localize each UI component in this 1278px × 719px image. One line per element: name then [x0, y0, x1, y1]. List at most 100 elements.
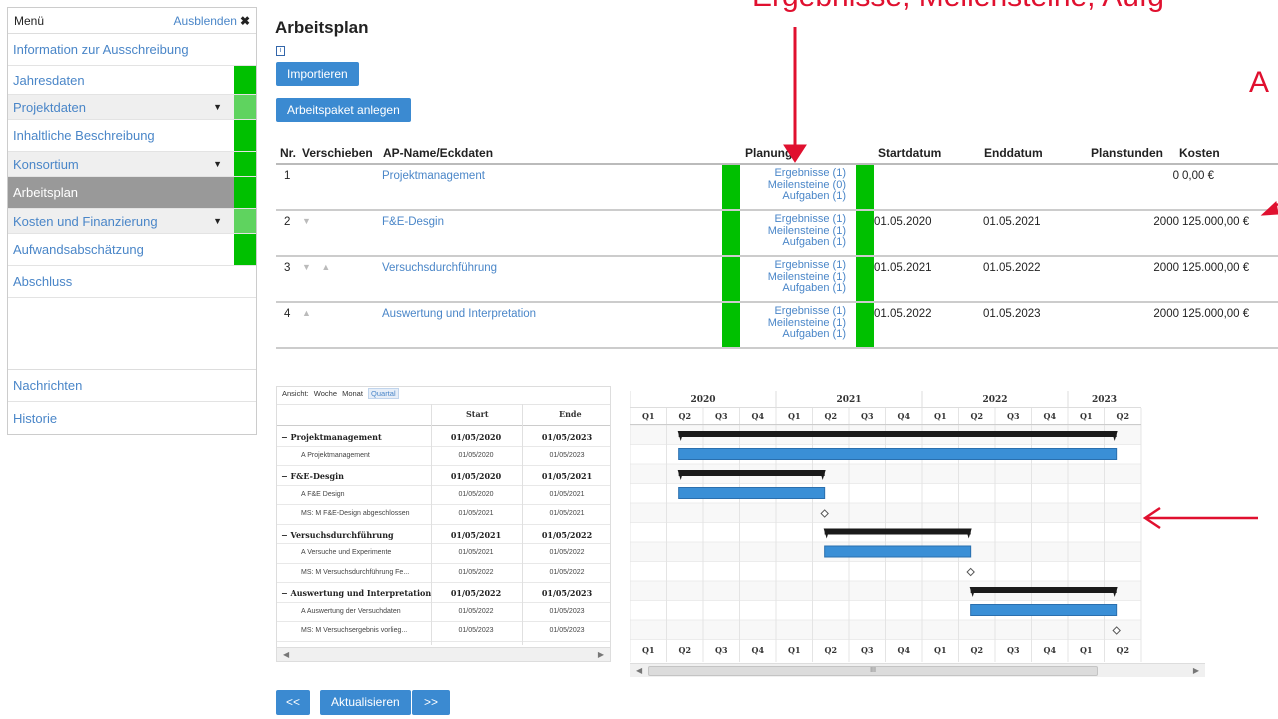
view-week-button[interactable]: Woche: [314, 389, 337, 398]
task-end: 01/05/2023: [541, 588, 593, 598]
quarter-label: Q2: [1116, 411, 1129, 421]
gantt-task-row[interactable]: MS: M Versuchsergebnis vorlieg... 01/05/2…: [277, 622, 610, 642]
table-header: Nr. Verschieben AP-Name/Eckdaten Planung…: [276, 140, 1278, 165]
quarter-label: Q4: [1043, 645, 1056, 655]
quarter-label: Q1: [788, 645, 801, 655]
milestones-link[interactable]: Meilensteine (0): [768, 179, 846, 191]
sidebar-item-ausschreibung[interactable]: Information zur Ausschreibung: [8, 34, 256, 66]
tasks-link[interactable]: Aufgaben (1): [782, 328, 846, 340]
hide-sidebar-button[interactable]: Ausblenden ✖: [174, 14, 250, 28]
tasks-link[interactable]: Aufgaben (1): [782, 190, 846, 202]
sidebar-item-jahresdaten[interactable]: Jahresdaten: [8, 66, 256, 95]
tasks-link[interactable]: Aufgaben (1): [782, 282, 846, 294]
gantt-task-row[interactable]: MS: M F&E-Design abgeschlossen 01/05/2021…: [277, 505, 610, 525]
status-indicator: [856, 303, 874, 347]
sidebar-header: Menü Ausblenden ✖: [8, 8, 256, 34]
move-arrows[interactable]: ▼: [302, 216, 315, 226]
sidebar-item-abschluss[interactable]: Abschluss: [8, 266, 256, 298]
tasks-link[interactable]: Aufgaben (1): [782, 236, 846, 248]
quarter-label: Q4: [897, 411, 910, 421]
task-start: 01/05/2020: [458, 451, 494, 459]
status-indicator: [856, 165, 874, 209]
results-link[interactable]: Ergebnisse (1): [774, 167, 846, 179]
gantt-task-row[interactable]: A Versuche und Experimente 01/05/2021 01/0…: [277, 544, 610, 564]
results-link[interactable]: Ergebnisse (1): [774, 259, 846, 271]
results-link[interactable]: Ergebnisse (1): [774, 305, 846, 317]
task-end: 01/05/2023: [549, 607, 585, 615]
next-button[interactable]: >>: [412, 690, 451, 715]
status-indicator: [722, 303, 740, 347]
gantt-task-row[interactable]: A Projektmanagement 01/05/2020 01/05/2023: [277, 447, 610, 466]
col-planning: Planung: [745, 146, 793, 160]
work-package-link[interactable]: Versuchsdurchführung: [382, 262, 497, 274]
annotation-text: A: [1249, 66, 1270, 99]
scroll-right-icon[interactable]: ▶: [598, 650, 604, 659]
sidebar-item-projektdaten[interactable]: Projektdaten ▼: [8, 95, 256, 120]
view-label: Ansicht:: [282, 389, 309, 398]
sidebar-item-konsortium[interactable]: Konsortium ▼: [8, 152, 256, 177]
grid-scrollbar[interactable]: ◀ ▶: [277, 647, 610, 661]
page-title: Arbeitsplan: [275, 18, 369, 37]
quarter-label: Q3: [861, 645, 874, 655]
caret-down-icon: ▼: [213, 216, 222, 226]
move-arrows[interactable]: ▲: [302, 308, 315, 318]
sidebar-item-kosten[interactable]: Kosten und Finanzierung ▼: [8, 209, 256, 234]
task-name: − Projektmanagement: [281, 432, 382, 442]
milestones-link[interactable]: Meilensteine (1): [768, 271, 846, 283]
gantt-task-row[interactable]: A Auswertung der Versuchdaten 01/05/2022 0…: [277, 603, 610, 622]
quarter-label: Q1: [1080, 411, 1093, 421]
start-date: 01.05.2022: [874, 308, 932, 320]
task-name: A Auswertung der Versuchdaten: [301, 607, 401, 615]
scroll-right-icon[interactable]: ▶: [1193, 666, 1199, 675]
gantt-group-row[interactable]: − Versuchsdurchführung 01/05/2021 01/05/20…: [277, 525, 610, 544]
create-work-package-button[interactable]: Arbeitspaket anlegen: [276, 98, 411, 122]
quarter-label: Q4: [1043, 411, 1056, 421]
scroll-thumb[interactable]: III: [648, 666, 1098, 676]
previous-button[interactable]: <<: [276, 690, 311, 715]
view-month-button[interactable]: Monat: [342, 389, 363, 398]
quarter-label: Q4: [751, 645, 764, 655]
task-bar: [678, 487, 826, 499]
scroll-left-icon[interactable]: ◀: [636, 666, 642, 675]
gantt-group-row[interactable]: − Auswertung und Interpretation 01/05/202…: [277, 583, 610, 603]
work-package-link[interactable]: F&E-Desgin: [382, 216, 444, 228]
sidebar-item-historie[interactable]: Historie: [8, 402, 256, 434]
work-package-link[interactable]: Projektmanagement: [382, 170, 485, 182]
sidebar-item-beschreibung[interactable]: Inhaltliche Beschreibung: [8, 120, 256, 152]
import-button[interactable]: Importieren: [276, 62, 359, 86]
sidebar-item-arbeitsplan[interactable]: Arbeitsplan: [8, 177, 256, 209]
task-bar: [970, 604, 1118, 616]
quarter-label: Q2: [970, 411, 983, 421]
timeline-scrollbar[interactable]: ◀ III ▶: [630, 663, 1205, 677]
sidebar-menu: Menü Ausblenden ✖ Information zur Ausschr…: [7, 7, 257, 435]
gantt-task-row[interactable]: MS: M Versuchsdurchführung Fe... 01/05/20…: [277, 564, 610, 583]
scroll-left-icon[interactable]: ◀: [283, 650, 289, 659]
col-end: Enddatum: [984, 146, 1043, 160]
status-indicator: [722, 257, 740, 301]
task-bar: [678, 448, 1118, 460]
col-end: Ende: [559, 409, 582, 419]
task-end: 01/05/2023: [541, 432, 593, 442]
milestones-link[interactable]: Meilensteine (1): [768, 225, 846, 237]
sidebar-spacer: [8, 298, 256, 370]
work-package-link[interactable]: Auswertung und Interpretation: [382, 308, 536, 320]
task-name: A Versuche und Experimente: [301, 549, 392, 556]
sidebar-title: Menü: [14, 13, 45, 28]
results-link[interactable]: Ergebnisse (1): [774, 213, 846, 225]
gantt-task-grid: Ansicht: Woche Monat Quartal Start Ende …: [276, 386, 611, 662]
sidebar-item-label: Inhaltliche Beschreibung: [13, 128, 155, 143]
gantt-task-row[interactable]: A F&E Design 01/05/2020 01/05/2021: [277, 486, 610, 505]
end-date: 01.05.2023: [983, 308, 1041, 320]
cost: 125.000,00 €: [1182, 262, 1250, 274]
view-quarter-button[interactable]: Quartal: [368, 388, 399, 399]
quarter-label: Q1: [642, 411, 655, 421]
gantt-group-row[interactable]: − F&E-Desgin 01/05/2020 01/05/2021: [277, 466, 610, 486]
column-divider: [431, 404, 432, 645]
gantt-group-row[interactable]: − Projektmanagement 01/05/2020 01/05/2023: [277, 427, 610, 447]
milestones-link[interactable]: Meilensteine (1): [768, 317, 846, 329]
info-icon[interactable]: i: [276, 46, 285, 56]
sidebar-item-aufwand[interactable]: Aufwandsabschätzung: [8, 234, 256, 266]
move-arrows[interactable]: ▼ ▲: [302, 262, 334, 272]
refresh-button[interactable]: Aktualisieren: [320, 690, 411, 715]
sidebar-item-nachrichten[interactable]: Nachrichten: [8, 370, 256, 402]
